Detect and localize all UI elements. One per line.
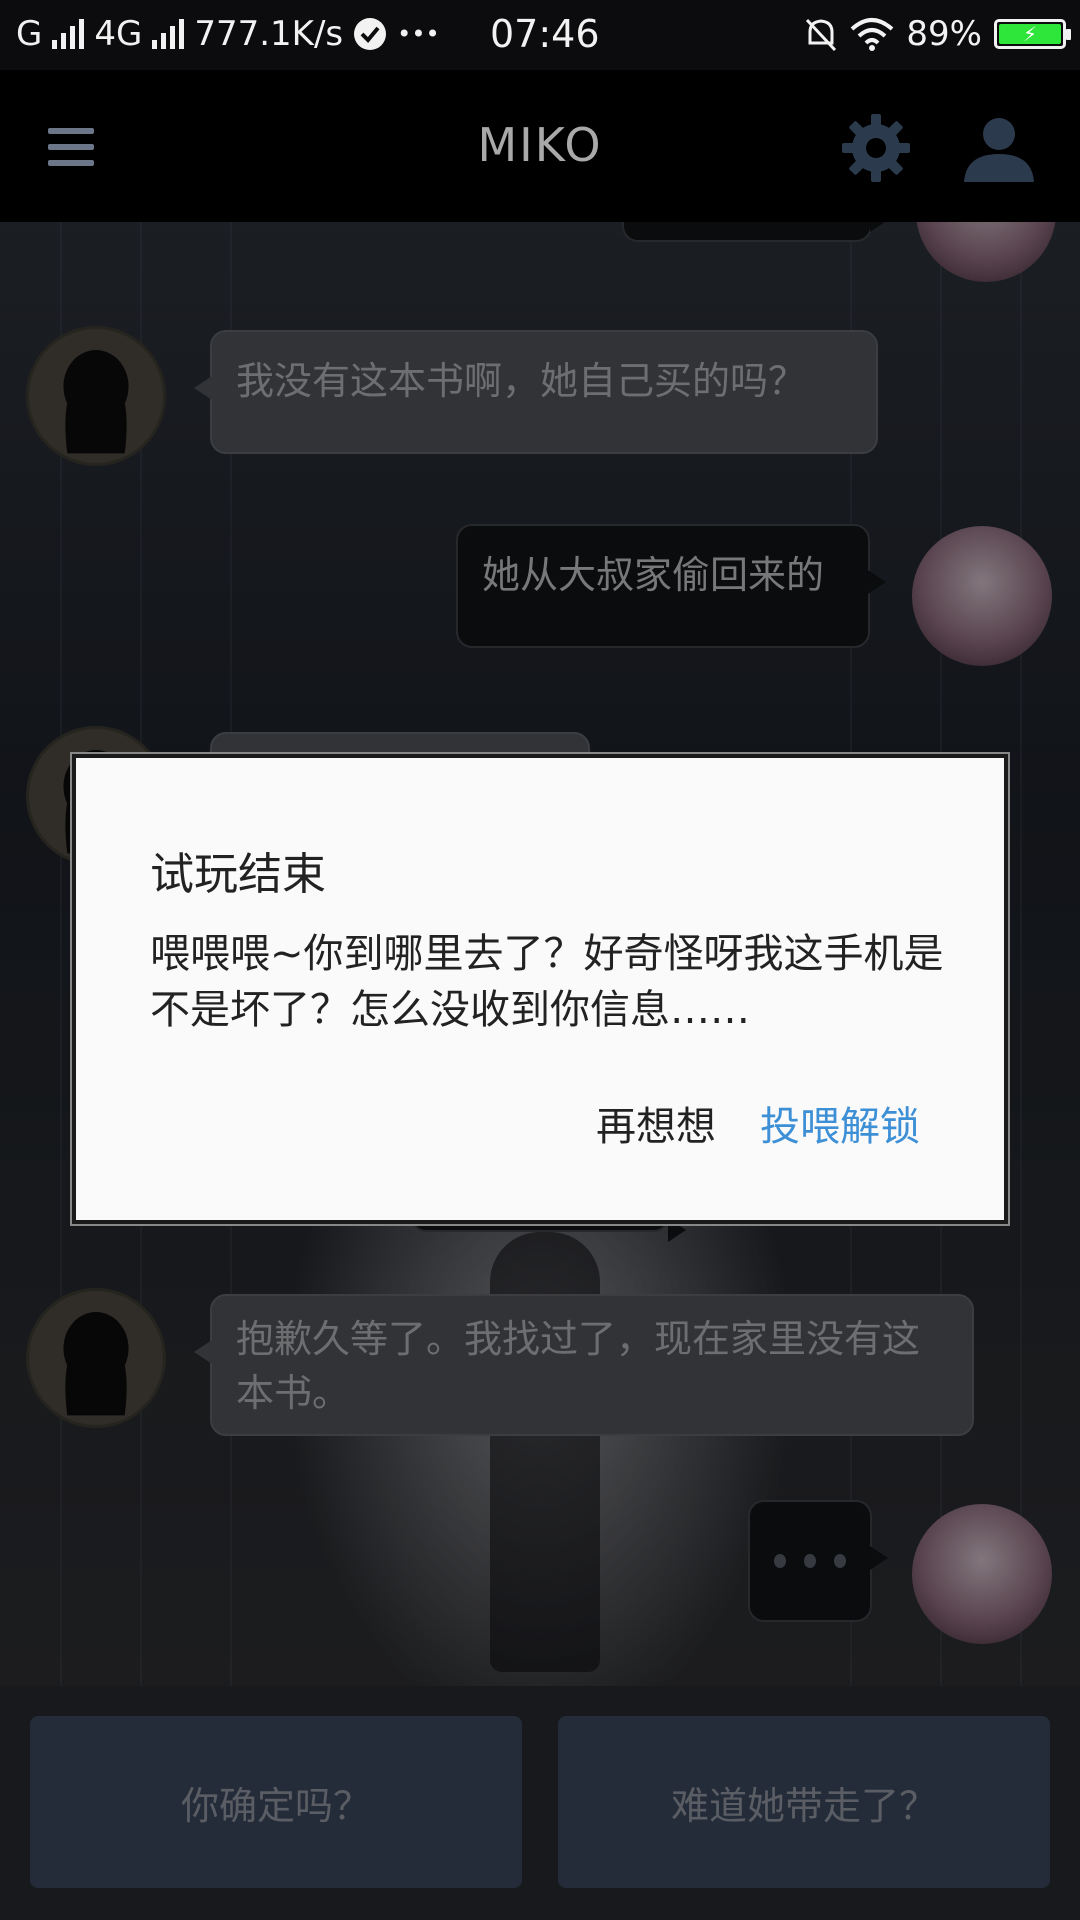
page-title: MIKO <box>477 118 603 172</box>
user-icon[interactable] <box>962 116 1036 182</box>
avatar <box>916 222 1056 282</box>
status-bar: G 4G 777.1K/s ••• 07:46 89% ⚡ <box>0 0 1080 70</box>
wifi-icon <box>851 18 894 51</box>
unlock-button[interactable]: 投喂解锁 <box>760 1094 920 1152</box>
cancel-button[interactable]: 再想想 <box>596 1094 716 1152</box>
check-circle-icon <box>354 18 387 50</box>
signal-icon-2 <box>152 19 185 49</box>
message-bubble: 她从大叔家偷回来的 <box>456 524 886 648</box>
avatar <box>912 1504 1052 1644</box>
more-dots: ••• <box>397 20 440 48</box>
trial-end-dialog: 试玩结束 喂喂喂~你到哪里去了？好奇怪呀我这手机是不是坏了？怎么没收到你信息……… <box>72 754 1008 1224</box>
network-speed: 777.1K/s <box>194 14 344 54</box>
battery-icon: ⚡ <box>994 19 1071 49</box>
avatar <box>26 326 166 466</box>
dialog-message: 喂喂喂~你到哪里去了？好奇怪呀我这手机是不是坏了？怎么没收到你信息…… <box>150 931 944 1033</box>
signal-icon <box>52 19 85 49</box>
choice-button-2[interactable]: 难道她带走了？ <box>558 1716 1050 1888</box>
typing-indicator <box>748 1500 888 1622</box>
clock: 07:46 <box>490 12 600 56</box>
choice-button-1[interactable]: 你确定吗？ <box>30 1716 522 1888</box>
bell-muted-icon <box>806 18 837 52</box>
dialog-title: 试玩结束 <box>150 849 326 900</box>
gear-icon[interactable] <box>840 112 912 184</box>
message-bubble: 抱歉久等了。我找过了，现在家里没有这本书。 <box>194 1294 974 1436</box>
avatar <box>26 1288 166 1428</box>
reply-choices: 你确定吗？ 难道她带走了？ <box>0 1686 1080 1920</box>
avatar <box>912 526 1052 666</box>
message-bubble: 我没有这本书啊，她自己买的吗？ <box>194 330 878 454</box>
network-type-label: 4G <box>94 14 143 54</box>
message-bubble-partial <box>622 222 888 242</box>
app-header: MIKO <box>0 70 1080 222</box>
carrier-label: G <box>16 14 43 54</box>
battery-percent: 89% <box>906 14 982 54</box>
